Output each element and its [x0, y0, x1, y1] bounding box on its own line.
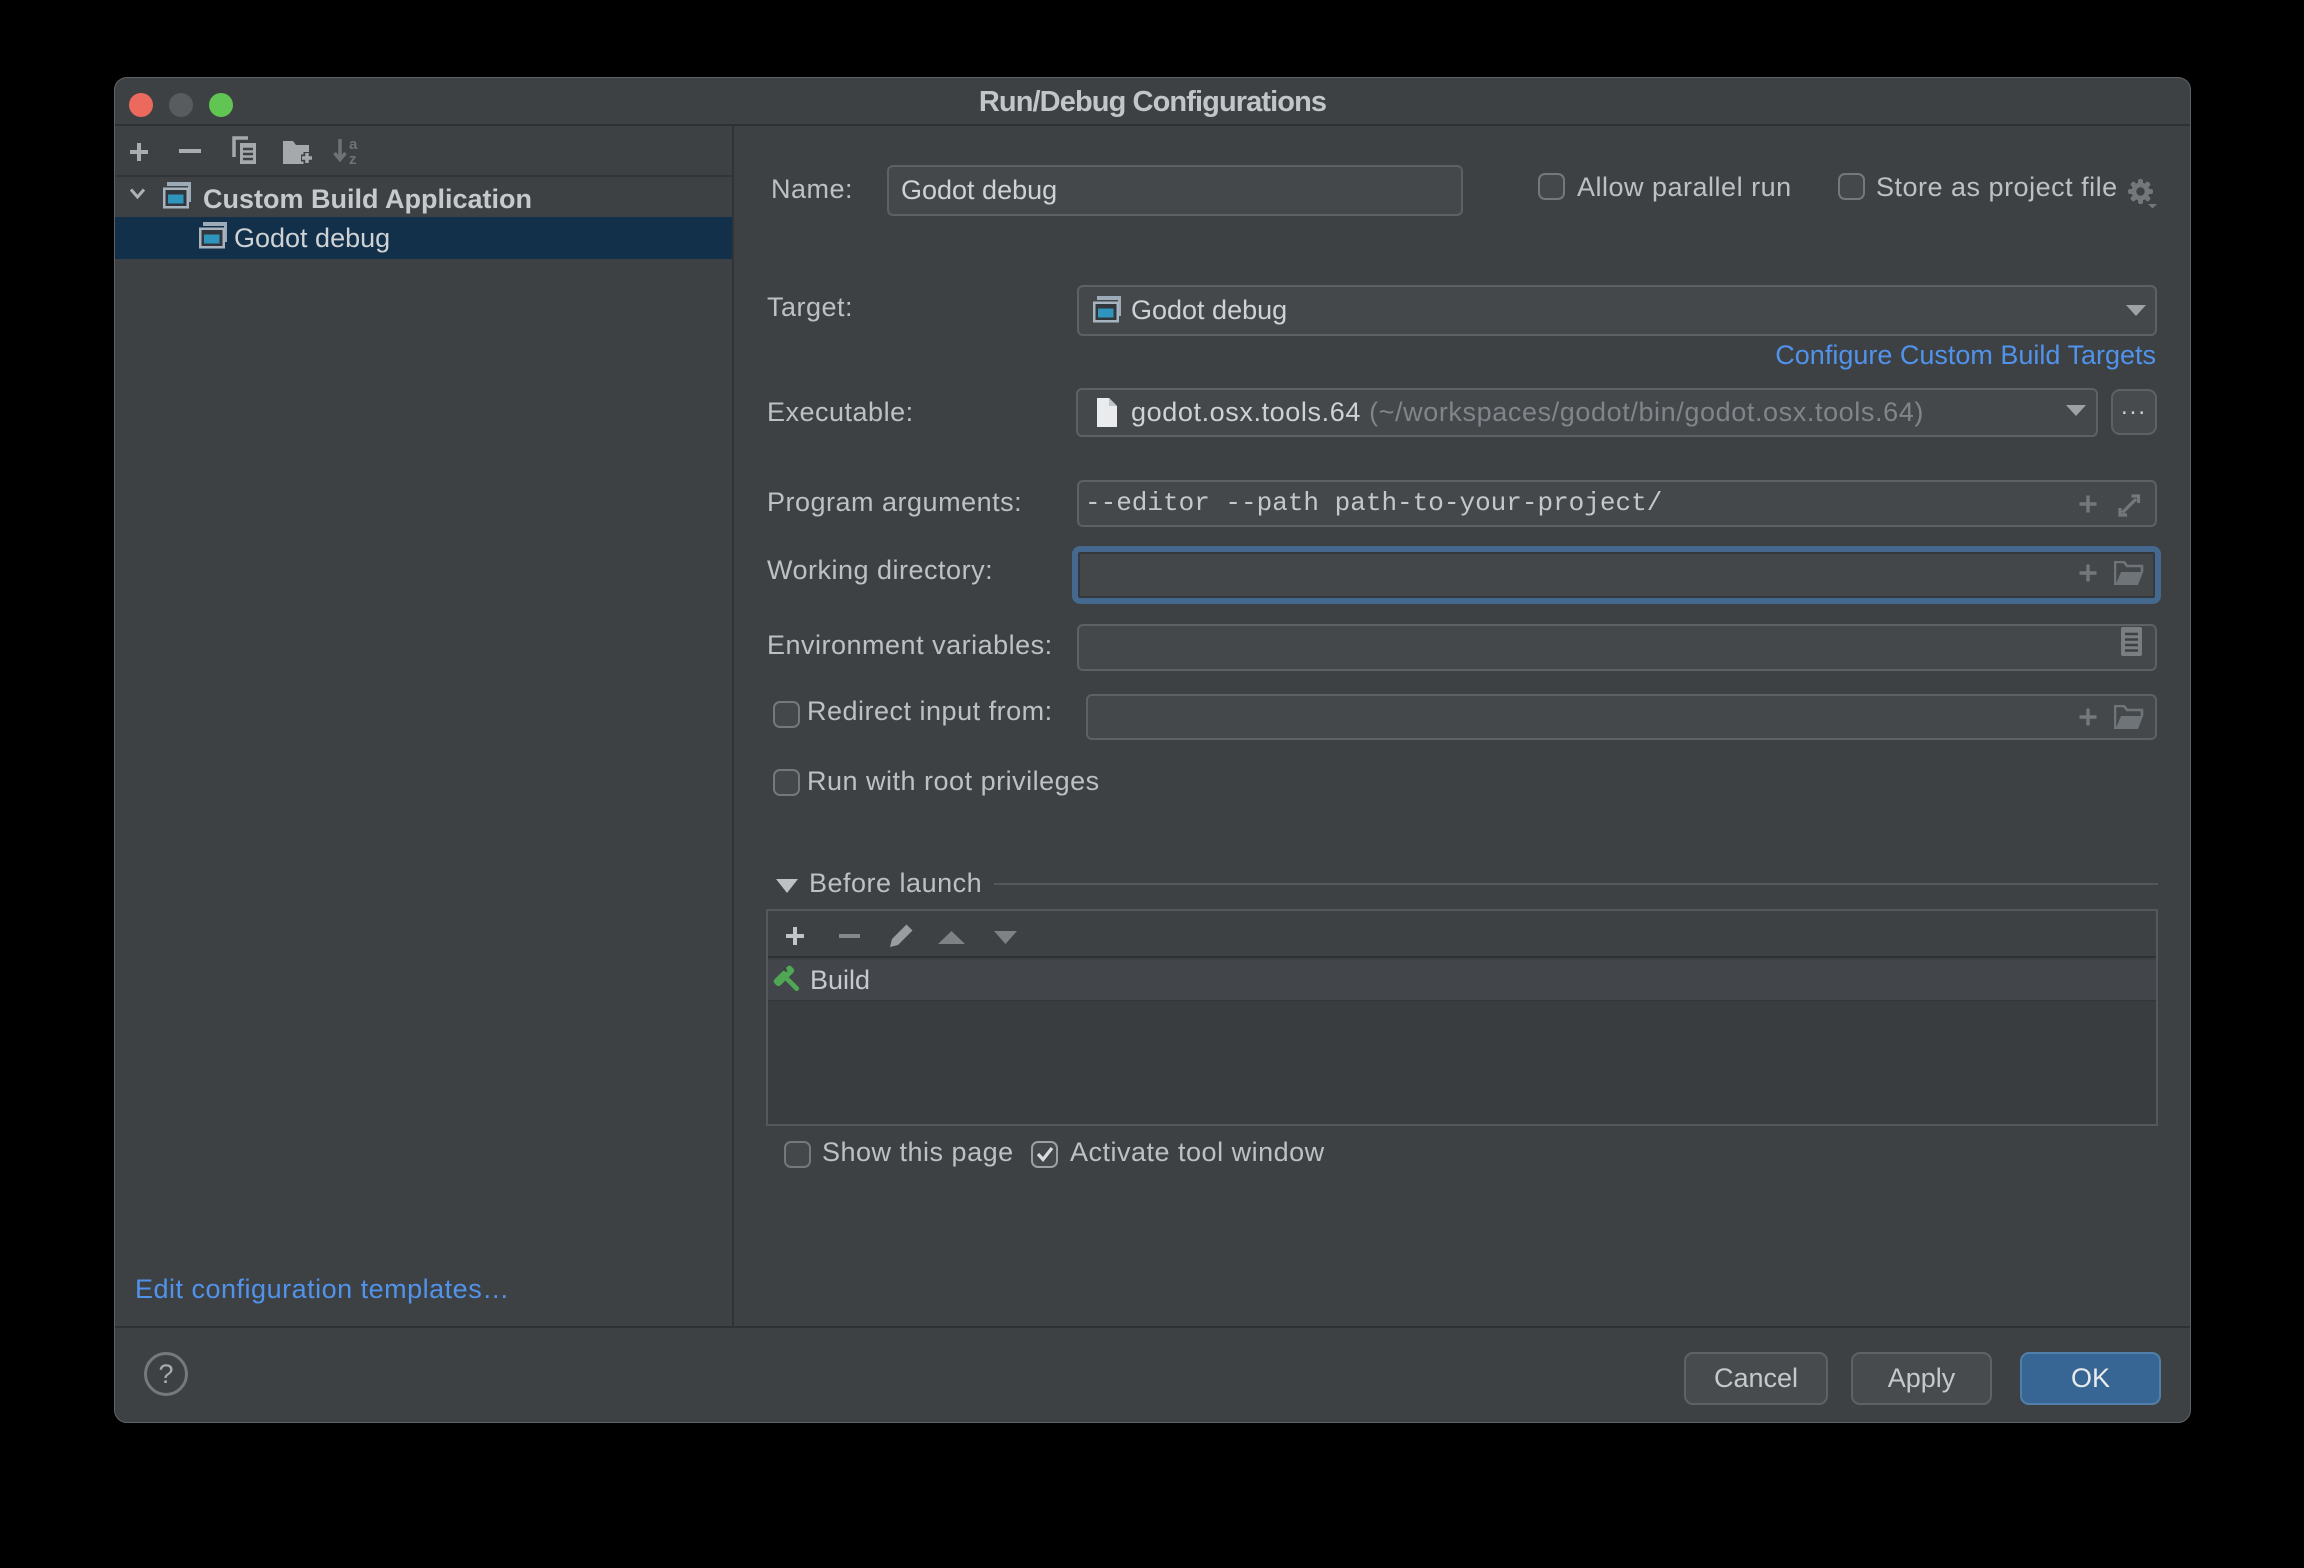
svg-text:z: z — [349, 151, 357, 165]
